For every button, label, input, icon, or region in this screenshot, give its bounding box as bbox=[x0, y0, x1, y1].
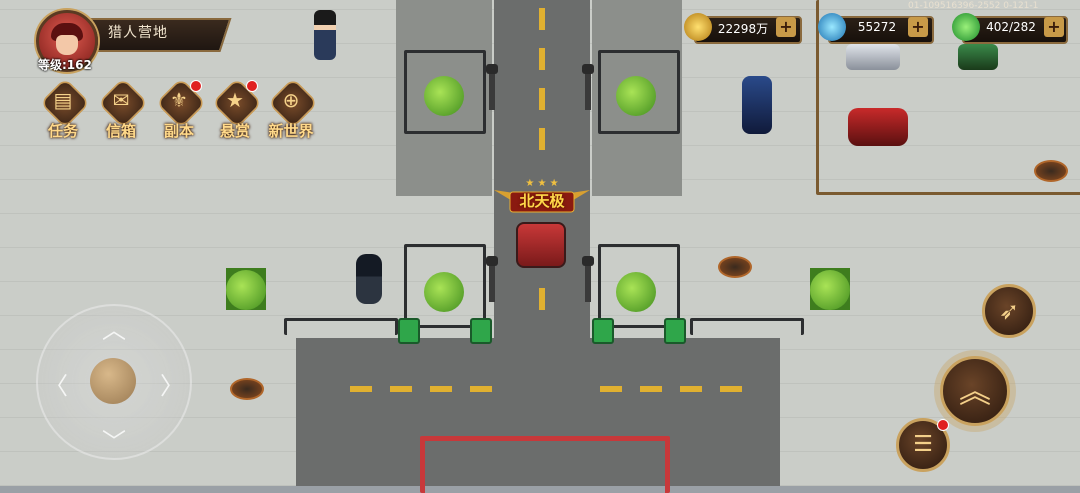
server-id: 01-109516396-2552 0-121-1 bbox=[908, 1, 1039, 11]
jump-button[interactable]: ︽ bbox=[940, 356, 1010, 426]
gold-resource: 22298万 + bbox=[684, 13, 802, 44]
missile-skill-icon: ➶ bbox=[998, 297, 1020, 325]
lane-dash bbox=[539, 48, 545, 70]
lane-dash bbox=[539, 88, 545, 110]
player-panel[interactable]: 猎人营地 等级:162 bbox=[36, 8, 232, 72]
scroll-icon: ▤ bbox=[53, 88, 73, 112]
manhole-cover bbox=[718, 256, 752, 278]
rank-chevrons-icon: ︽ bbox=[958, 372, 991, 410]
lane-dash bbox=[539, 288, 545, 310]
gold-value: 22298万 bbox=[717, 22, 769, 36]
lane-dash bbox=[539, 128, 545, 150]
lane-dash bbox=[600, 386, 622, 392]
quest-button[interactable]: ▤ 任务 bbox=[38, 77, 91, 142]
blue-crystal-icon bbox=[818, 13, 846, 41]
add-gold-button[interactable]: + bbox=[776, 17, 796, 37]
lane-dash bbox=[470, 386, 492, 392]
skill-button[interactable]: ➶ bbox=[982, 284, 1036, 338]
map-title-banner: ★ ★ ★ 北天极 bbox=[492, 176, 592, 216]
player-character[interactable] bbox=[356, 254, 382, 304]
add-energy-button[interactable]: + bbox=[1044, 17, 1064, 37]
energy-resource: 402/282 + bbox=[952, 13, 1068, 44]
street-fence bbox=[690, 318, 804, 335]
arrow-right-icon: 〉 bbox=[160, 372, 184, 400]
bounty-label: 悬赏 bbox=[219, 122, 250, 140]
add-crystal-button[interactable]: + bbox=[908, 17, 928, 37]
street-fence bbox=[284, 318, 398, 335]
notification-dot bbox=[246, 80, 258, 92]
virtual-joystick[interactable]: ︿ ﹀ 〈 〉 bbox=[36, 304, 192, 460]
street-lamp bbox=[486, 256, 498, 302]
lane-dash bbox=[350, 386, 372, 392]
planter-bush bbox=[616, 272, 656, 312]
blue-mech-npc[interactable] bbox=[742, 76, 772, 134]
svg-text:★ ★ ★: ★ ★ ★ bbox=[525, 178, 558, 189]
manhole-cover bbox=[230, 378, 264, 400]
gate-frame bbox=[420, 436, 670, 493]
planter-bush bbox=[424, 272, 464, 312]
lane-dash bbox=[720, 386, 742, 392]
arrow-left-icon: 〈 bbox=[44, 372, 68, 400]
planter-bush bbox=[226, 270, 266, 310]
mailbox-icon: ✉ bbox=[112, 88, 130, 112]
mailbox-label: 信箱 bbox=[105, 122, 136, 140]
arrow-up-icon: ︿ bbox=[102, 316, 126, 344]
player-name: 猎人营地 bbox=[108, 25, 168, 41]
notification-dot bbox=[937, 419, 949, 431]
globe-icon: ⊕ bbox=[282, 88, 300, 112]
soldier-npc[interactable] bbox=[314, 10, 336, 60]
crystal-value: 55272 bbox=[857, 20, 897, 34]
white-tank-display bbox=[846, 44, 900, 70]
green-gem-icon bbox=[952, 13, 980, 41]
new-world-button[interactable]: ⊕ 新世界 bbox=[266, 77, 319, 142]
manhole-cover bbox=[1034, 160, 1068, 182]
bounty-button[interactable]: ★ 悬赏 bbox=[210, 77, 263, 142]
street-lamp bbox=[582, 64, 594, 110]
lane-dash bbox=[539, 8, 545, 30]
planter-bush bbox=[424, 76, 464, 116]
dungeon-button[interactable]: ⚜ 副本 bbox=[154, 77, 207, 142]
red-armored-vehicle[interactable] bbox=[516, 222, 566, 268]
joystick-knob[interactable] bbox=[90, 358, 136, 404]
new-world-label: 新世界 bbox=[268, 122, 314, 140]
quest-label: 任务 bbox=[47, 122, 78, 140]
planter-bush bbox=[616, 76, 656, 116]
gold-coin-icon bbox=[684, 13, 712, 41]
green-tank-display bbox=[958, 44, 998, 70]
mailbox-button[interactable]: ✉ 信箱 bbox=[96, 77, 149, 142]
planter-bush bbox=[810, 270, 850, 310]
trash-bin bbox=[664, 318, 686, 344]
street-lamp bbox=[486, 64, 498, 110]
main-menu-button[interactable]: ☰ bbox=[896, 418, 950, 472]
energy-value: 402/282 bbox=[986, 20, 1036, 34]
arrow-down-icon: ﹀ bbox=[102, 428, 126, 456]
lane-dash bbox=[430, 386, 452, 392]
list-menu-icon: ☰ bbox=[913, 432, 933, 457]
map-title: 北天极 bbox=[519, 192, 565, 210]
red-tank-display bbox=[848, 108, 908, 146]
lane-dash bbox=[390, 386, 412, 392]
dungeon-label: 副本 bbox=[163, 122, 194, 140]
trash-bin bbox=[470, 318, 492, 344]
notification-dot bbox=[190, 80, 202, 92]
trash-bin bbox=[592, 318, 614, 344]
lane-dash bbox=[640, 386, 662, 392]
crystal-resource: 55272 + bbox=[818, 13, 934, 44]
street-lamp bbox=[582, 256, 594, 302]
trash-bin bbox=[398, 318, 420, 344]
lane-dash bbox=[680, 386, 702, 392]
player-level: 等级:162 bbox=[38, 58, 92, 72]
